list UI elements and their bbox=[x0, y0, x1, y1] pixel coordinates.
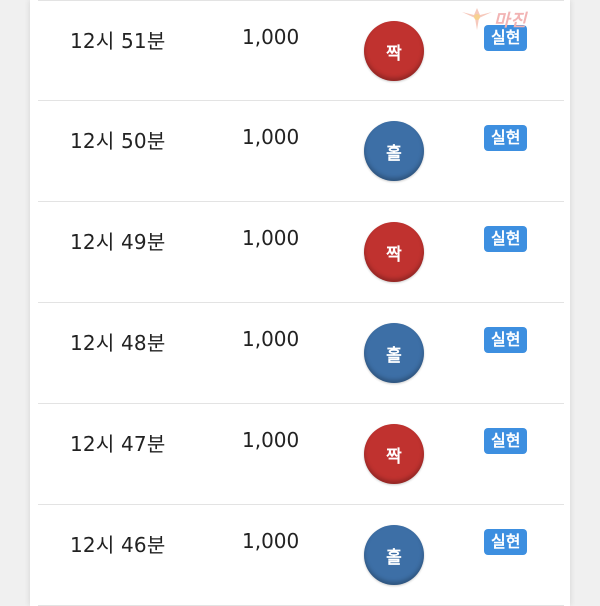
list-item: 12시 46분 1,000 홀 실현 bbox=[38, 505, 564, 606]
row-amount: 1,000 bbox=[242, 428, 300, 452]
status-badge: 실현 bbox=[484, 125, 528, 151]
wings-logo-icon bbox=[462, 8, 492, 30]
list-item: 12시 49분 1,000 짝 실현 bbox=[38, 202, 564, 303]
status-badge: 실현 bbox=[484, 529, 528, 555]
result-ball: 짝 bbox=[364, 424, 424, 484]
row-time: 12시 47분 bbox=[70, 432, 166, 456]
row-time: 12시 46분 bbox=[70, 533, 166, 557]
watermark-logo: 마진 bbox=[460, 4, 590, 36]
result-ball: 짝 bbox=[364, 222, 424, 282]
status-badge: 실현 bbox=[484, 428, 528, 454]
row-time: 12시 50분 bbox=[70, 129, 166, 153]
status-badge: 실현 bbox=[484, 327, 528, 353]
list-item: 12시 47분 1,000 짝 실현 bbox=[38, 404, 564, 505]
row-amount: 1,000 bbox=[242, 125, 300, 149]
result-ball: 홀 bbox=[364, 323, 424, 383]
row-time: 12시 49분 bbox=[70, 230, 166, 254]
row-time: 12시 48분 bbox=[70, 331, 166, 355]
row-amount: 1,000 bbox=[242, 25, 300, 49]
list-item: 12시 48분 1,000 홀 실현 bbox=[38, 303, 564, 404]
result-ball: 홀 bbox=[364, 525, 424, 585]
row-amount: 1,000 bbox=[242, 529, 300, 553]
row-amount: 1,000 bbox=[242, 226, 300, 250]
results-card: 12시 51분 1,000 짝 실현 12시 50분 1,000 홀 실현 12… bbox=[30, 0, 570, 606]
result-ball: 홀 bbox=[364, 121, 424, 181]
result-ball: 짝 bbox=[364, 21, 424, 81]
status-badge: 실현 bbox=[484, 226, 528, 252]
results-list: 12시 51분 1,000 짝 실현 12시 50분 1,000 홀 실현 12… bbox=[38, 0, 564, 606]
list-item: 12시 50분 1,000 홀 실현 bbox=[38, 101, 564, 202]
row-amount: 1,000 bbox=[242, 327, 300, 351]
row-time: 12시 51분 bbox=[70, 29, 166, 53]
watermark-text: 마진 bbox=[494, 11, 528, 31]
